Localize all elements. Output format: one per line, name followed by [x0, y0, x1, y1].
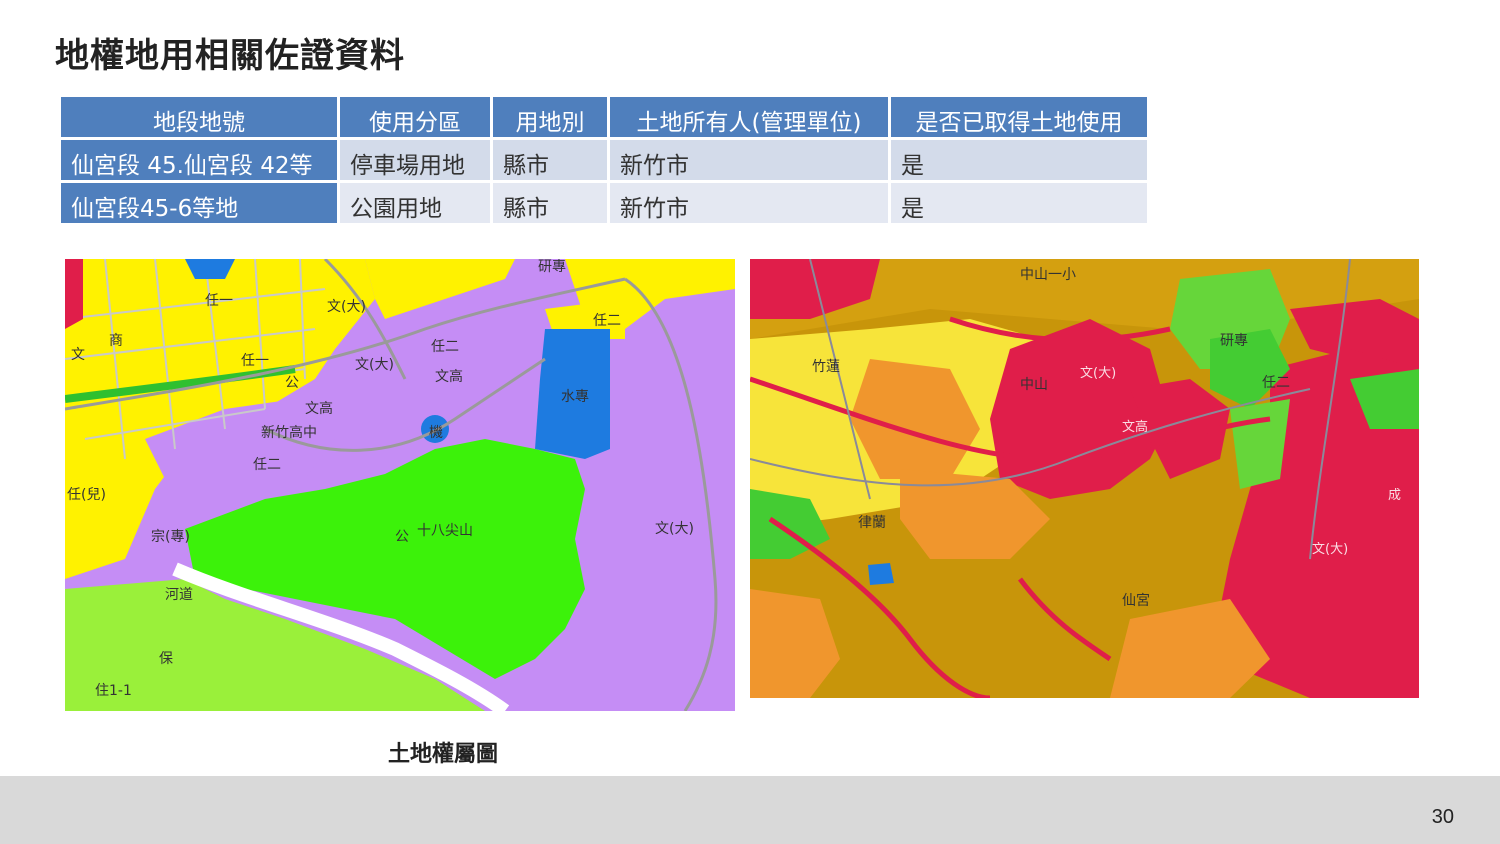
- map-label: 任二: [431, 339, 459, 355]
- map-label: 文(大): [655, 521, 694, 537]
- map-label: 河道: [165, 587, 193, 603]
- map-label: 任二: [253, 457, 281, 473]
- map-label: 竹蓮: [812, 359, 840, 375]
- column-header: 地段地號: [61, 97, 337, 137]
- column-header: 土地所有人(管理單位): [610, 97, 888, 137]
- zoning-map: 任二 任一 文(大) 研專 文 商 任一 文(大) 任二 文高 公 文高 機 水…: [65, 259, 735, 711]
- land-use-map: 中山一小 竹蓮 中山 文(大) 研專 任二 文高 文(大) 仙宮 成 律蘭: [750, 259, 1419, 698]
- map-label: 文(大): [327, 299, 366, 315]
- map-label: 成: [1388, 488, 1401, 503]
- map-label: 任一: [241, 353, 269, 369]
- map-label: 住1-1: [95, 683, 132, 699]
- table-cell: 新竹市: [610, 140, 888, 180]
- table-header-row: 地段地號 使用分區 用地別 土地所有人(管理單位) 是否已取得土地使用: [61, 97, 1147, 137]
- map-label: 機: [429, 425, 443, 441]
- map-label: 研專: [538, 259, 566, 275]
- map-label: 中山: [1020, 377, 1048, 393]
- table-row: 仙宮段45-6等地 公園用地 縣市 新竹市 是: [61, 183, 1147, 223]
- table-cell: 仙宮段 45.仙宮段 42等: [61, 140, 337, 180]
- map-label: 文高: [305, 400, 333, 417]
- map-label: 商: [109, 333, 123, 349]
- table-cell: 是: [891, 140, 1147, 180]
- page-title: 地權地用相關佐證資料: [55, 36, 405, 76]
- column-header: 是否已取得土地使用: [891, 97, 1147, 137]
- map-label: 任(兒): [67, 487, 106, 503]
- zoning-map-graphic: 任二 任一 文(大) 研專 文 商 任一 文(大) 任二 文高 公 文高 機 水…: [65, 259, 735, 711]
- table-row: 仙宮段 45.仙宮段 42等 停車場用地 縣市 新竹市 是: [61, 140, 1147, 180]
- column-header: 使用分區: [340, 97, 490, 137]
- footer-bar: [0, 776, 1500, 844]
- table-cell: 是: [891, 183, 1147, 223]
- map-label: 水專: [561, 389, 589, 405]
- map-label: 中山一小: [1020, 267, 1076, 283]
- map-label: 十八尖山: [417, 523, 473, 539]
- map-label: 文高: [1122, 419, 1148, 435]
- map-label: 新竹高中: [261, 424, 317, 441]
- land-use-map-graphic: 中山一小 竹蓮 中山 文(大) 研專 任二 文高 文(大) 仙宮 成 律蘭: [750, 259, 1419, 698]
- map-label: 保: [159, 651, 173, 667]
- map-label: 文(大): [1312, 542, 1348, 557]
- table-cell: 縣市: [493, 140, 607, 180]
- map-label: 律蘭: [858, 515, 886, 531]
- map-label: 文: [71, 347, 85, 363]
- map-label: 文(大): [355, 357, 394, 373]
- table-cell: 新竹市: [610, 183, 888, 223]
- table-cell: 停車場用地: [340, 140, 490, 180]
- map-label: 文高: [435, 368, 463, 385]
- table-cell: 縣市: [493, 183, 607, 223]
- map-label: 任一: [205, 293, 233, 309]
- map-label: 仙宮: [1122, 593, 1150, 609]
- table-cell: 仙宮段45-6等地: [61, 183, 337, 223]
- page-number: 30: [1431, 806, 1454, 828]
- map-label: 研專: [1220, 333, 1248, 349]
- map-label: 任二: [593, 313, 621, 329]
- table-cell: 公園用地: [340, 183, 490, 223]
- map-label: 任二: [1262, 375, 1290, 391]
- map-label: 公: [285, 375, 299, 391]
- map-label: 宗(專): [151, 529, 190, 545]
- map-label: 公: [395, 529, 409, 545]
- column-header: 用地別: [493, 97, 607, 137]
- land-table: 地段地號 使用分區 用地別 土地所有人(管理單位) 是否已取得土地使用 仙宮段 …: [58, 94, 1150, 226]
- map-caption: 土地權屬圖: [388, 742, 499, 767]
- map-label: 文(大): [1080, 366, 1116, 381]
